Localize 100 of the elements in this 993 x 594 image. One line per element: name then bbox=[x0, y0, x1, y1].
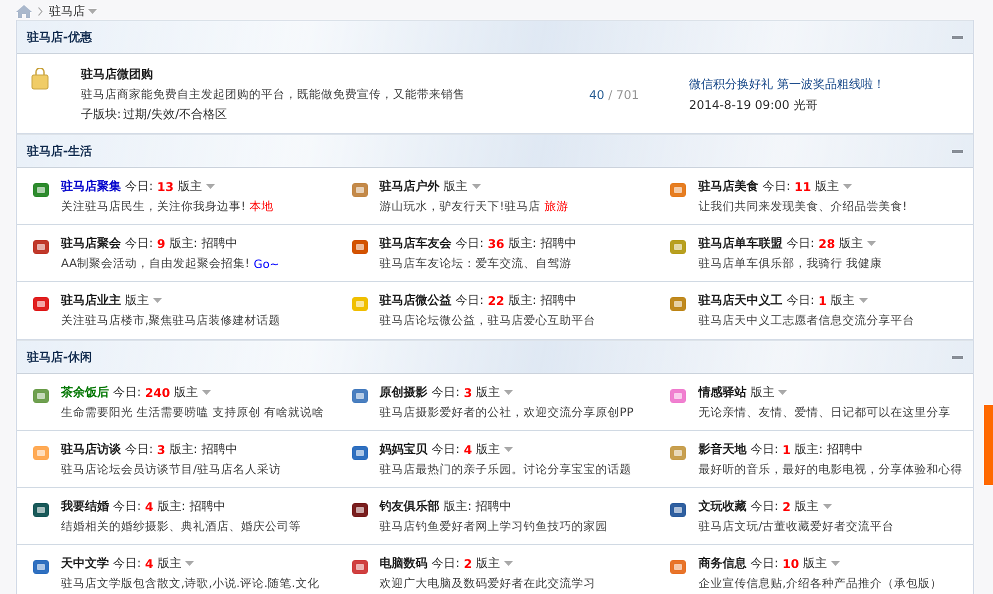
forum-name-link[interactable]: 驻马店微团购 bbox=[81, 66, 465, 83]
forum-name-link[interactable]: 妈妈宝贝 bbox=[380, 441, 428, 458]
caret-icon[interactable] bbox=[88, 8, 97, 14]
tag-link[interactable]: 旅游 bbox=[544, 199, 568, 214]
moderator-name: 招聘中 bbox=[201, 441, 238, 458]
caret-icon[interactable] bbox=[858, 298, 868, 303]
forum-icon bbox=[350, 294, 370, 314]
forum-icon bbox=[350, 237, 370, 257]
moderator-label: 版主 bbox=[444, 178, 468, 195]
today-label: 今日: bbox=[456, 292, 484, 309]
moderator-label: 版主 bbox=[750, 384, 774, 401]
caret-icon[interactable] bbox=[778, 390, 788, 395]
today-count: 2 bbox=[464, 556, 472, 570]
caret-icon[interactable] bbox=[185, 561, 194, 566]
today-count: 4 bbox=[464, 442, 472, 456]
category-title[interactable]: 驻马店-生活 bbox=[27, 142, 92, 160]
forum-name-link[interactable]: 驻马店美食 bbox=[698, 178, 758, 195]
forum-name-link[interactable]: 茶余饭后 bbox=[61, 384, 109, 401]
forum-description: 欢迎广大电脑及数码爱好者在此交流学习 bbox=[380, 576, 596, 591]
forum-description: 生命需要阳光 生活需要唠嗑 支持原创 有啥就说啥 bbox=[61, 405, 324, 420]
today-count: 9 bbox=[157, 236, 166, 250]
forum-name-link[interactable]: 我要结婚 bbox=[61, 498, 109, 515]
caret-icon[interactable] bbox=[831, 561, 840, 566]
caret-icon[interactable] bbox=[202, 390, 212, 395]
forum-icon bbox=[31, 294, 51, 314]
forum-name-link[interactable]: 驻马店聚集 bbox=[61, 178, 121, 195]
forum-name-link[interactable]: 影音天地 bbox=[698, 441, 746, 458]
forum-name-link[interactable]: 商务信息 bbox=[698, 555, 746, 572]
caret-icon[interactable] bbox=[867, 241, 876, 246]
caret-icon[interactable] bbox=[843, 184, 852, 189]
forum-name-link[interactable]: 情感驿站 bbox=[698, 384, 746, 401]
forum-name-link[interactable]: 驻马店天中义工 bbox=[698, 292, 782, 309]
forum-icon bbox=[31, 386, 51, 406]
caret-icon[interactable] bbox=[206, 184, 215, 189]
forum-icon bbox=[668, 443, 688, 463]
forum-name-link[interactable]: 原创摄影 bbox=[380, 384, 428, 401]
thread-post-count: 40 / 701 bbox=[588, 88, 639, 102]
tag-link[interactable]: Go~ bbox=[254, 256, 280, 270]
forum-name-link[interactable]: 驻马店访谈 bbox=[61, 441, 121, 458]
moderator-label: 版主 bbox=[125, 292, 149, 309]
forum-description: 驻马店车友论坛：爱车交流、自驾游 bbox=[380, 256, 572, 271]
last-post-link[interactable]: 微信积分换好礼 第一波奖品粗线啦！ bbox=[689, 76, 959, 92]
category-title[interactable]: 驻马店-休闲 bbox=[27, 348, 92, 366]
moderator-name: 招聘中 bbox=[540, 292, 576, 309]
forum-description: 企业宣传信息贴,介绍各种产品推介（承包版） bbox=[698, 576, 942, 591]
moderator-label: 版主: bbox=[444, 498, 472, 515]
category-title[interactable]: 驻马店-优惠 bbox=[27, 28, 92, 46]
forum-icon bbox=[350, 500, 370, 520]
moderator-label: 版主 bbox=[830, 292, 855, 309]
forum-icon bbox=[668, 180, 688, 200]
today-label: 今日: bbox=[750, 441, 778, 458]
moderator-label: 版主 bbox=[476, 441, 500, 458]
forum-name-link[interactable]: 电脑数码 bbox=[380, 555, 428, 572]
caret-icon[interactable] bbox=[504, 390, 514, 395]
forum-name-link[interactable]: 驻马店聚会 bbox=[61, 235, 121, 252]
today-label: 今日: bbox=[125, 235, 154, 252]
forum-icon bbox=[668, 500, 688, 520]
forum-name-link[interactable]: 天中文学 bbox=[61, 555, 109, 572]
forum-name-link[interactable]: 驻马店车友会 bbox=[380, 235, 452, 252]
moderator-label: 版主 bbox=[174, 384, 198, 401]
tag-link[interactable]: 本地 bbox=[250, 199, 274, 214]
forum-description: 驻马店摄影爱好者的公社，欢迎交流分享原创PP bbox=[380, 405, 634, 420]
caret-icon[interactable] bbox=[504, 561, 514, 566]
forum-name-link[interactable]: 驻马店微公益 bbox=[380, 292, 452, 309]
today-label: 今日: bbox=[113, 384, 142, 401]
moderator-label: 版主 bbox=[157, 555, 182, 572]
forum-description: 驻马店最热门的亲子乐园。讨论分享宝宝的话题 bbox=[380, 462, 632, 477]
moderator-name: 招聘中 bbox=[201, 235, 238, 252]
moderator-label: 版主: bbox=[508, 235, 536, 252]
today-count: 36 bbox=[488, 236, 504, 250]
forum-name-link[interactable]: 驻马店业主 bbox=[61, 292, 121, 309]
forum-description: AA制聚会活动，自由发起聚会招集! bbox=[61, 256, 250, 271]
subforum-links[interactable]: 过期/失效/不合格区 bbox=[123, 106, 228, 123]
moderator-label: 版主 bbox=[178, 178, 202, 195]
moderator-name: 招聘中 bbox=[826, 441, 863, 458]
forum-description: 游山玩水，驴友行天下!驻马店 bbox=[380, 199, 540, 214]
forum-description: 结婚相关的婚纱摄影、典礼酒店、婚庆公司等 bbox=[61, 519, 301, 534]
moderator-label: 版主 bbox=[476, 384, 500, 401]
forum-description: 最好听的音乐，最好的电影电视，分享体验和心得 bbox=[698, 462, 962, 477]
home-icon[interactable] bbox=[16, 4, 32, 18]
forum-name-link[interactable]: 钓友俱乐部 bbox=[380, 498, 440, 515]
caret-icon[interactable] bbox=[153, 298, 162, 303]
moderator-label: 版主 bbox=[476, 555, 500, 572]
today-count: 4 bbox=[145, 556, 154, 570]
moderator-name: 招聘中 bbox=[540, 235, 576, 252]
forum-name-link[interactable]: 驻马店单车联盟 bbox=[698, 235, 782, 252]
forum-icon bbox=[31, 500, 51, 520]
forum-description: 驻马店单车俱乐部，我骑行 我健康 bbox=[698, 256, 882, 271]
caret-icon[interactable] bbox=[472, 184, 481, 189]
caret-icon[interactable] bbox=[822, 504, 832, 509]
caret-icon[interactable] bbox=[504, 447, 514, 452]
forum-name-link[interactable]: 驻马店户外 bbox=[380, 178, 440, 195]
breadcrumb-link[interactable]: 驻马店 bbox=[49, 2, 97, 20]
forum-description: 驻马店文学版包含散文,诗歌,小说.评论.随笔.文化 bbox=[61, 576, 320, 591]
forum-description: 驻马店钓鱼爱好者网上学习钓鱼技巧的家园 bbox=[380, 519, 608, 534]
moderator-name: 招聘中 bbox=[476, 498, 512, 515]
forum-description: 驻马店论坛微公益，驻马店爱心互助平台 bbox=[380, 313, 596, 328]
forum-name-link[interactable]: 文玩收藏 bbox=[698, 498, 746, 515]
subforum-label: 子版块: bbox=[81, 106, 122, 123]
moderator-label: 版主: bbox=[169, 441, 198, 458]
